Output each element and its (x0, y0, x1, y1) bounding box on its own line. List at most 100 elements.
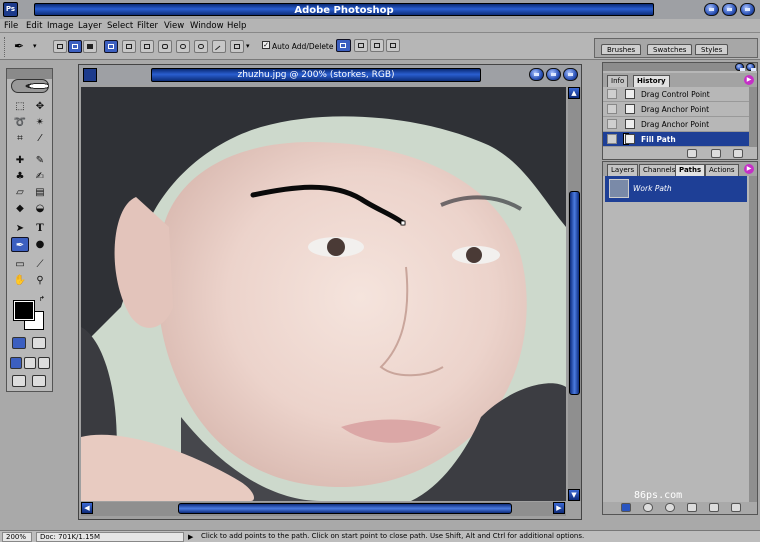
vertical-scroll-thumb[interactable] (569, 191, 580, 395)
menu-help[interactable]: Help (227, 21, 246, 31)
custom-shape-button[interactable] (230, 40, 244, 53)
eyedropper-tool-icon[interactable]: ⟋ (31, 257, 49, 272)
fill-pixels-button[interactable] (83, 40, 97, 53)
vertical-scrollbar[interactable]: ▲ ▼ (568, 87, 581, 501)
pen-button[interactable] (104, 40, 118, 53)
history-brush-tool-icon[interactable]: ✍ (31, 169, 49, 184)
rounded-rectangle-button[interactable] (158, 40, 172, 53)
dodge-tool-icon[interactable]: ◒ (31, 201, 49, 216)
rectangle-button[interactable] (140, 40, 154, 53)
quick-mask-mode-button[interactable] (32, 337, 46, 349)
eye-logo-icon[interactable] (11, 79, 49, 93)
scroll-down-arrow-icon[interactable]: ▼ (568, 489, 580, 501)
close-button[interactable] (740, 3, 755, 16)
path-exclude-button[interactable] (386, 39, 400, 52)
panel-menu-arrow-icon[interactable]: ▶ (744, 164, 754, 174)
scroll-up-arrow-icon[interactable]: ▲ (568, 87, 580, 99)
fill-path-icon[interactable] (621, 503, 631, 512)
history-snapshot-checkbox[interactable] (607, 119, 617, 129)
screen-mode-standard-button[interactable] (10, 357, 22, 369)
healing-brush-tool-icon[interactable]: ✚ (11, 153, 29, 168)
menu-file[interactable]: File (4, 21, 18, 31)
chevron-down-icon[interactable]: ▾ (246, 42, 250, 50)
crop-tool-icon[interactable]: ⌗ (11, 131, 29, 146)
doc-maximize-button[interactable] (546, 68, 561, 81)
photoshop-icon[interactable]: Ps (3, 2, 18, 17)
pen-tool-icon[interactable]: ✒ (11, 237, 29, 252)
history-item[interactable]: Drag Control Point (603, 87, 749, 102)
tab-channels[interactable]: Channels (639, 164, 680, 176)
menu-window[interactable]: Window (190, 21, 224, 31)
minimize-button[interactable] (704, 3, 719, 16)
eraser-tool-icon[interactable]: ▱ (11, 185, 29, 200)
edit-in-imageready-button[interactable] (32, 375, 46, 387)
shape-layers-button[interactable] (53, 40, 67, 53)
paths-mode-button[interactable] (68, 40, 82, 53)
make-work-path-icon[interactable] (687, 503, 697, 512)
tab-layers[interactable]: Layers (607, 164, 639, 176)
tab-actions[interactable]: Actions (705, 164, 739, 176)
doc-size-field[interactable]: Doc: 701K/1.15M (36, 532, 184, 542)
tab-styles[interactable]: Styles (695, 44, 729, 55)
stroke-path-icon[interactable] (643, 503, 653, 512)
path-selection-tool-icon[interactable]: ➤ (11, 221, 29, 236)
trash-icon[interactable] (733, 149, 743, 158)
pen-tool-preset-icon[interactable]: ✒ (14, 39, 24, 53)
path-combine-button[interactable] (336, 39, 351, 52)
menu-layer[interactable]: Layer (78, 21, 102, 31)
horizontal-scroll-thumb[interactable] (178, 503, 512, 514)
document-icon[interactable] (83, 68, 97, 82)
new-document-from-state-icon[interactable] (687, 149, 697, 158)
zoom-tool-icon[interactable]: ⚲ (31, 273, 49, 288)
menu-view[interactable]: View (164, 21, 184, 31)
scroll-right-arrow-icon[interactable]: ▶ (553, 502, 565, 514)
screen-mode-full-button[interactable] (38, 357, 50, 369)
clone-stamp-tool-icon[interactable]: ♣ (11, 169, 29, 184)
type-tool-icon[interactable]: T (31, 221, 49, 236)
history-item[interactable]: Drag Anchor Point (603, 117, 749, 132)
menu-edit[interactable]: Edit (26, 21, 42, 31)
new-path-icon[interactable] (709, 503, 719, 512)
load-path-as-selection-icon[interactable] (665, 503, 675, 512)
menu-select[interactable]: Select (107, 21, 133, 31)
path-item-work-path[interactable]: Work Path (605, 176, 747, 202)
paths-scrollbar[interactable] (749, 176, 757, 502)
chevron-down-icon[interactable]: ▾ (33, 42, 37, 50)
status-arrow-icon[interactable]: ▶ (188, 533, 193, 541)
trash-icon[interactable] (731, 503, 741, 512)
swap-colors-icon[interactable]: ↱ (39, 295, 45, 303)
tab-swatches[interactable]: Swatches (647, 44, 693, 55)
history-item[interactable]: Drag Anchor Point (603, 102, 749, 117)
maximize-button[interactable] (722, 3, 737, 16)
screen-mode-full-menu-button[interactable] (24, 357, 36, 369)
move-tool-icon[interactable]: ✥ (31, 99, 49, 114)
history-item-selected[interactable]: Fill Path (603, 132, 749, 147)
ellipse-button[interactable] (176, 40, 190, 53)
blur-tool-icon[interactable]: ◆ (11, 201, 29, 216)
slice-tool-icon[interactable]: ⁄ (31, 131, 49, 146)
tab-info[interactable]: Info (607, 75, 629, 87)
auto-add-delete-checkbox[interactable]: ✓ (262, 41, 270, 49)
horizontal-scrollbar[interactable]: ◀ ▶ (81, 502, 566, 516)
history-snapshot-checkbox[interactable] (607, 134, 617, 144)
history-minimize-button[interactable] (735, 63, 745, 71)
jump-to-imageready-button[interactable] (12, 375, 26, 387)
polygon-button[interactable] (194, 40, 208, 53)
doc-close-button[interactable] (563, 68, 578, 81)
lasso-tool-icon[interactable]: ➰ (11, 115, 29, 130)
ellipse-tool-icon[interactable]: ● (31, 237, 49, 252)
marquee-tool-icon[interactable]: ⬚ (11, 99, 29, 114)
menu-image[interactable]: Image (47, 21, 74, 31)
history-close-button[interactable] (746, 63, 756, 71)
hand-tool-icon[interactable]: ✋ (11, 273, 29, 288)
history-snapshot-checkbox[interactable] (607, 104, 617, 114)
magic-wand-tool-icon[interactable]: ✴ (31, 115, 49, 130)
panel-menu-arrow-icon[interactable]: ▶ (744, 75, 754, 85)
foreground-color-swatch[interactable] (13, 300, 35, 321)
scroll-left-arrow-icon[interactable]: ◀ (81, 502, 93, 514)
path-subtract-button[interactable] (354, 39, 368, 52)
tab-brushes[interactable]: Brushes (601, 44, 642, 55)
line-button[interactable] (212, 40, 226, 54)
brush-tool-icon[interactable]: ✎ (31, 153, 49, 168)
doc-minimize-button[interactable] (529, 68, 544, 81)
